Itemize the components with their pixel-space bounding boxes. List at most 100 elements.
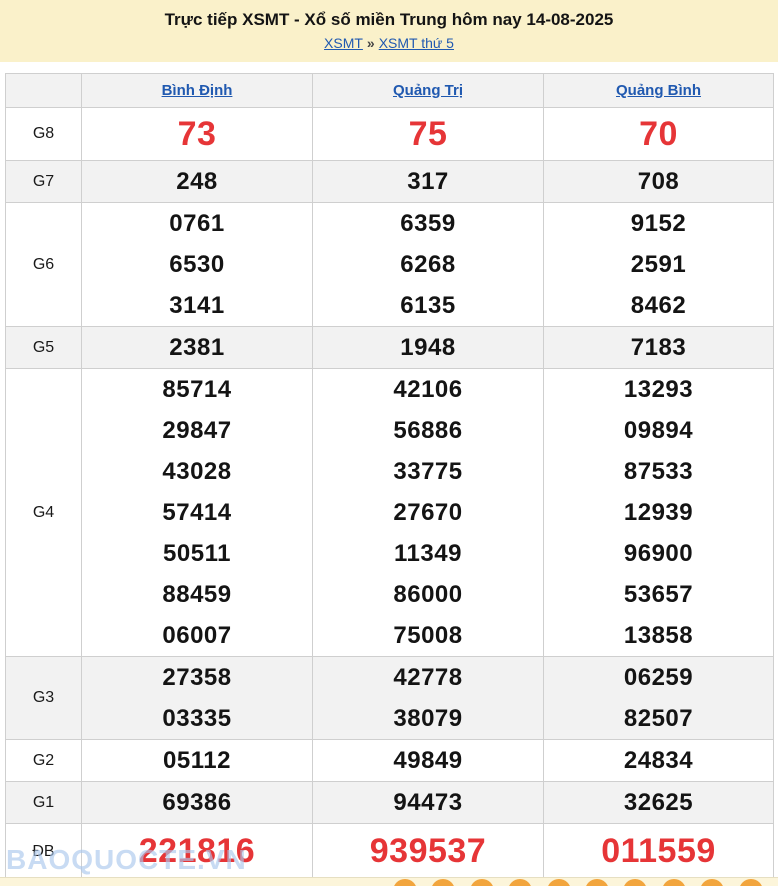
result-number: 09894 — [623, 417, 694, 444]
prize-label: G7 — [5, 160, 82, 203]
prize-row-g8: G8 73 75 70 — [5, 107, 774, 161]
breadcrumb-link-xsmt-thu-5[interactable]: XSMT thứ 5 — [379, 35, 454, 51]
result-cell: 9152 2591 8462 — [543, 202, 774, 327]
lottery-results-page: Trực tiếp XSMT - Xổ số miền Trung hôm na… — [0, 0, 778, 886]
result-number: 011559 — [601, 832, 716, 870]
result-number: 221816 — [138, 832, 256, 870]
prize-label: ĐB — [5, 823, 82, 880]
result-number: 75 — [408, 115, 448, 153]
prize-row-g5: G5 2381 1948 7183 — [5, 326, 774, 369]
prize-row-g7: G7 248 317 708 — [5, 160, 774, 203]
breadcrumb-separator: » — [366, 35, 375, 51]
prize-row-g3: G3 27358 03335 42778 38079 06259 82507 — [5, 656, 774, 740]
result-cell: 011559 — [543, 823, 774, 880]
prize-row-db: ĐB 221816 939537 011559 — [5, 823, 774, 880]
province-link-quang-binh[interactable]: Quảng Bình — [616, 82, 701, 99]
result-number: 53657 — [623, 581, 694, 608]
breadcrumb-link-xsmt[interactable]: XSMT — [324, 35, 363, 51]
result-number: 56886 — [393, 417, 463, 444]
result-number: 33775 — [393, 458, 463, 485]
result-cell: 24834 — [543, 739, 774, 782]
result-cell: 06259 82507 — [543, 656, 774, 740]
prize-label: G1 — [5, 781, 82, 824]
result-number: 29847 — [162, 417, 232, 444]
result-number: 6530 — [169, 251, 225, 278]
result-number: 27358 — [162, 664, 232, 691]
province-link-quang-tri[interactable]: Quảng Trị — [393, 82, 463, 99]
result-number: 05112 — [163, 747, 231, 774]
result-number: 2591 — [630, 251, 687, 278]
result-cell: 69386 — [81, 781, 313, 824]
result-cell: 32625 — [543, 781, 774, 824]
province-link-binh-dinh[interactable]: Bình Định — [162, 82, 233, 99]
result-cell: 248 — [81, 160, 313, 203]
result-number: 3141 — [169, 292, 225, 319]
result-number: 1948 — [400, 334, 456, 361]
result-number: 96900 — [623, 540, 694, 567]
prize-row-g1: G1 69386 94473 32625 — [5, 781, 774, 824]
result-cell: 708 — [543, 160, 774, 203]
result-cell: 49849 — [312, 739, 544, 782]
result-number: 32625 — [623, 789, 694, 816]
result-number: 03335 — [162, 705, 232, 732]
result-number: 94473 — [393, 789, 463, 816]
prize-label: G5 — [5, 326, 82, 369]
result-number: 13293 — [623, 376, 694, 403]
result-number: 49849 — [393, 747, 463, 774]
prize-label: G3 — [5, 656, 82, 740]
result-number: 7183 — [630, 334, 687, 361]
result-cell: 7183 — [543, 326, 774, 369]
column-header-binh-dinh: Bình Định — [81, 73, 313, 108]
result-number: 939537 — [369, 832, 487, 870]
result-cell: 939537 — [312, 823, 544, 880]
prize-label: G8 — [5, 107, 82, 161]
prize-row-g4: G4 85714 29847 43028 57414 50511 88459 06007 4… — [5, 368, 774, 657]
result-number: 317 — [407, 168, 449, 195]
result-number: 8462 — [630, 292, 687, 319]
result-number: 27670 — [393, 499, 463, 526]
result-number: 42778 — [393, 664, 463, 691]
result-number: 9152 — [630, 210, 687, 237]
page-header: Trực tiếp XSMT - Xổ số miền Trung hôm na… — [0, 0, 778, 62]
result-number: 6135 — [400, 292, 456, 319]
result-number: 42106 — [393, 376, 463, 403]
result-cell: 94473 — [312, 781, 544, 824]
column-header-quang-tri: Quảng Trị — [312, 73, 544, 108]
prize-label: G6 — [5, 202, 82, 327]
result-cell: 221816 — [81, 823, 313, 880]
result-number: 70 — [639, 115, 678, 153]
result-number: 13858 — [623, 622, 694, 649]
result-number: 38079 — [393, 705, 463, 732]
result-number: 6359 — [400, 210, 456, 237]
result-number: 75008 — [393, 622, 463, 649]
result-number: 85714 — [162, 376, 232, 403]
result-number: 69386 — [162, 789, 232, 816]
result-number: 0761 — [169, 210, 225, 237]
result-number: 12939 — [623, 499, 694, 526]
result-cell: 73 — [81, 107, 313, 161]
result-cell: 1948 — [312, 326, 544, 369]
result-cell: 2381 — [81, 326, 313, 369]
result-number: 06007 — [162, 622, 232, 649]
result-cell: 70 — [543, 107, 774, 161]
page-title: Trực tiếp XSMT - Xổ số miền Trung hôm na… — [164, 10, 614, 29]
prize-row-g2: G2 05112 49849 24834 — [5, 739, 774, 782]
result-cell: 42778 38079 — [312, 656, 544, 740]
result-number: 73 — [177, 115, 217, 153]
result-number: 2381 — [169, 334, 225, 361]
results-table: Bình Định Quảng Trị Quảng Bình G8 73 75 … — [5, 73, 774, 880]
result-cell: 05112 — [81, 739, 313, 782]
result-number: 82507 — [623, 705, 694, 732]
result-number: 43028 — [162, 458, 232, 485]
column-header-quang-binh: Quảng Bình — [543, 73, 774, 108]
prize-label: G2 — [5, 739, 82, 782]
result-number: 11349 — [394, 540, 462, 567]
prize-label: G4 — [5, 368, 82, 657]
result-cell: 317 — [312, 160, 544, 203]
breadcrumb: XSMT» XSMT thứ 5 — [0, 34, 778, 52]
result-number: 86000 — [393, 581, 463, 608]
loto-strip — [0, 877, 778, 886]
prize-row-g6: G6 0761 6530 3141 6359 6268 6135 9152 2591 846… — [5, 202, 774, 327]
result-number: 87533 — [623, 458, 694, 485]
result-cell: 75 — [312, 107, 544, 161]
